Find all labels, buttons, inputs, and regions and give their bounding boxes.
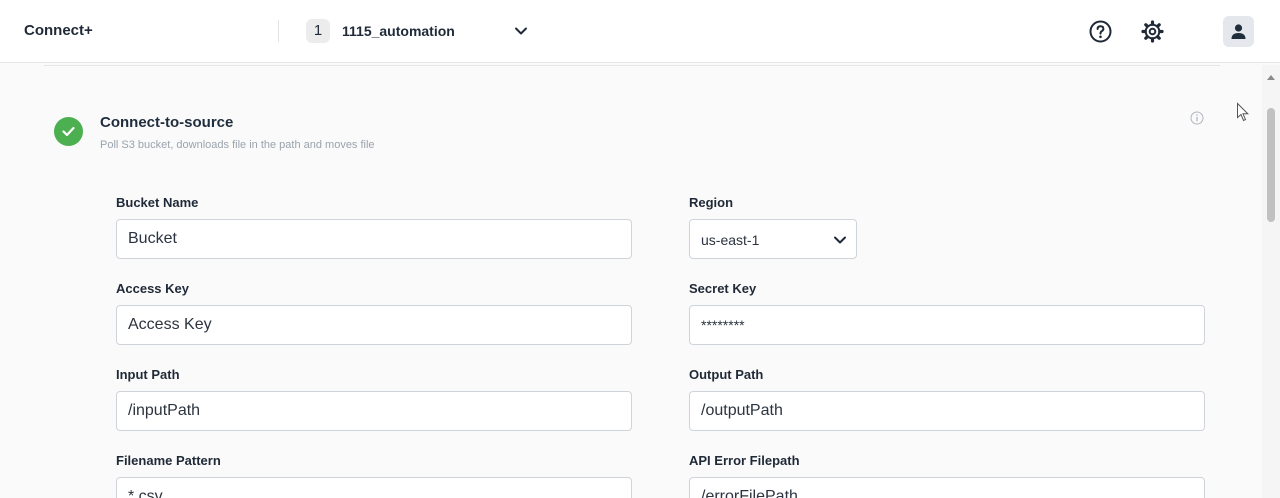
chevron-down-icon[interactable] xyxy=(512,22,530,40)
step-title: Connect-to-source xyxy=(100,114,234,131)
output-path-input[interactable] xyxy=(689,391,1205,431)
workflow-name[interactable]: 1115_automation xyxy=(342,23,455,39)
access-key-label: Access Key xyxy=(116,281,189,296)
top-bar: Connect+ 1 1115_automation xyxy=(0,0,1280,63)
user-icon xyxy=(1231,24,1246,39)
info-icon[interactable] xyxy=(1190,111,1204,125)
region-select[interactable]: us-east-1 xyxy=(689,219,857,259)
api-error-filepath-label: API Error Filepath xyxy=(689,453,800,468)
input-path-label: Input Path xyxy=(116,367,180,382)
check-icon xyxy=(54,117,83,146)
output-path-label: Output Path xyxy=(689,367,764,382)
chevron-down-icon xyxy=(831,231,849,254)
region-selected-value: us-east-1 xyxy=(701,232,760,248)
scrollbar-thumb[interactable] xyxy=(1267,108,1275,222)
mouse-cursor-icon xyxy=(1236,102,1250,124)
secret-key-label: Secret Key xyxy=(689,281,757,296)
scroll-up-arrow-icon[interactable] xyxy=(1266,68,1276,86)
secret-key-input[interactable] xyxy=(689,305,1205,345)
step-description: Poll S3 bucket, downloads file in the pa… xyxy=(100,139,375,151)
header-divider xyxy=(278,20,279,42)
filename-pattern-label: Filename Pattern xyxy=(116,453,221,468)
workflow-number-badge: 1 xyxy=(306,19,330,43)
input-path-input[interactable] xyxy=(116,391,632,431)
access-key-input[interactable] xyxy=(116,305,632,345)
filename-pattern-input[interactable] xyxy=(116,477,632,498)
bucket-name-label: Bucket Name xyxy=(116,195,199,210)
user-avatar-button[interactable] xyxy=(1223,16,1254,47)
bucket-name-input[interactable] xyxy=(116,219,632,259)
api-error-filepath-input[interactable] xyxy=(689,477,1205,498)
app-brand[interactable]: Connect+ xyxy=(24,22,93,39)
section-divider xyxy=(44,65,1220,66)
gear-icon[interactable] xyxy=(1140,19,1165,44)
region-label: Region xyxy=(689,195,734,210)
help-circle-icon[interactable] xyxy=(1088,19,1113,44)
